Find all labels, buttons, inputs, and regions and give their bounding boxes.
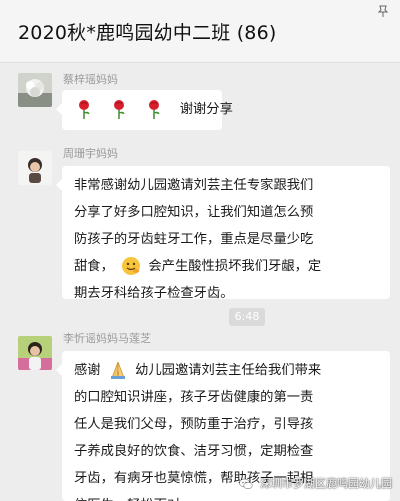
message-text: 任人是我们父母，预防重于治疗，引导孩	[74, 417, 314, 432]
wechat-icon	[238, 478, 252, 490]
smiley-emoji	[122, 257, 141, 275]
praying-hands-emoji	[110, 361, 125, 379]
message-text: 非常感谢幼儿园邀请刘芸主任专家跟我们	[74, 178, 314, 193]
child-photo-avatar[interactable]	[18, 151, 52, 185]
watermark: 深圳市罗湖区鹿鸣园幼儿园	[238, 475, 392, 491]
message-list[interactable]: 蔡梓瑶妈妈 谢谢分享 周珊宇妈妈 非常感谢幼儿园邀请刘芸主任专家跟我们 分享了好…	[0, 63, 400, 501]
message-text: 分享了好多口腔知识，让我们知道怎么预	[74, 205, 314, 220]
rose-emoji	[114, 100, 125, 119]
chat-header: 2020秋*鹿鸣园幼中二班 (86)	[0, 0, 400, 63]
message-text: 防孩子的牙齿蛀牙工作，重点是尽量少吃	[74, 232, 314, 247]
message-bubble[interactable]: 非常感谢幼儿园邀请刘芸主任专家跟我们 分享了好多口腔知识，让我们知道怎么预 防孩…	[56, 166, 390, 301]
rose-emoji	[79, 100, 90, 119]
timestamp: 6:48	[229, 308, 265, 326]
rose-emoji	[149, 100, 160, 119]
message-text: 的口腔知识讲座，孩子牙齿健康的第一责	[74, 390, 314, 405]
message-text: 子养成良好的饮食、洁牙习惯，定期检查	[74, 444, 314, 459]
message-text: 谢谢分享	[179, 102, 233, 117]
message-text: 甜食，	[74, 259, 114, 274]
sender-name: 李忻谣妈妈马莲芝	[63, 332, 151, 345]
message-text: 幼儿园邀请刘芸主任给我们带来	[135, 363, 322, 378]
message-text: 信医生，轻松面对。	[74, 492, 380, 501]
message-bubble[interactable]: 谢谢分享	[56, 90, 233, 130]
message-text: 感谢	[74, 363, 101, 378]
flower-photo-avatar[interactable]	[18, 73, 52, 107]
sender-name: 周珊宇妈妈	[63, 147, 118, 160]
message-text: 会产生酸性损坏我们牙龈，定	[148, 259, 322, 274]
chat-window: 2020秋*鹿鸣园幼中二班 (86) 蔡梓瑶妈妈 谢谢分享 周珊宇妈妈 非常感谢…	[0, 0, 400, 501]
message-text-line: 甜食， 会产生酸性损坏我们牙龈，定	[74, 253, 380, 280]
message-text: 期去牙科给孩子检查牙齿。	[74, 286, 234, 301]
chat-title: 2020秋*鹿鸣园幼中二班 (86)	[18, 22, 277, 44]
sender-name: 蔡梓瑶妈妈	[63, 73, 118, 86]
pin-icon[interactable]	[376, 4, 390, 18]
message-text-line: 感谢 幼儿园邀请刘芸主任给我们带来	[74, 357, 380, 384]
person-photo-avatar[interactable]	[18, 336, 52, 370]
watermark-text: 深圳市罗湖区鹿鸣园幼儿园	[260, 477, 392, 490]
